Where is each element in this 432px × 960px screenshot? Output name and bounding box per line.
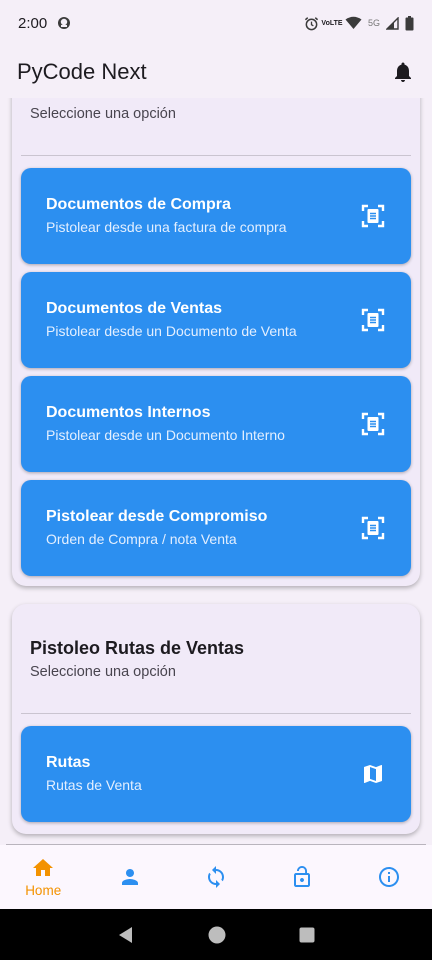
person-icon — [121, 869, 138, 885]
tile-title: Documentos de Compra — [46, 196, 231, 213]
content-scroll-area[interactable]: Seleccione una opción Documentos de Comp… — [0, 98, 432, 844]
section-title: Pistoleo Rutas de Ventas — [30, 638, 245, 658]
nav-sync[interactable] — [173, 845, 259, 909]
document-scan-icon — [361, 204, 385, 228]
document-scan-icon — [361, 412, 385, 436]
section-subtitle: Seleccione una opción — [30, 106, 176, 122]
recents-icon[interactable] — [299, 927, 315, 943]
tile-title: Documentos de Ventas — [46, 300, 223, 317]
tile-documentos-internos[interactable]: Documentos Internos Pistolear desde un D… — [21, 376, 411, 472]
status-time: 2:00 — [18, 14, 48, 32]
document-scan-icon — [361, 308, 385, 332]
document-scan-icon — [361, 516, 385, 540]
rutas-section-card: Pistoleo Rutas de Ventas Seleccione una … — [12, 604, 420, 834]
app-title: PyCode Next — [17, 59, 147, 84]
bottom-navigation: Home — [0, 845, 432, 909]
info-icon — [378, 867, 399, 887]
tile-subtitle: Rutas de Venta — [46, 777, 142, 793]
alarm-icon — [304, 16, 319, 31]
system-navigation-bar — [0, 909, 432, 960]
back-icon[interactable] — [117, 926, 135, 944]
app-bar: PyCode Next — [0, 46, 432, 98]
tile-subtitle: Pistolear desde un Documento Interno — [46, 427, 285, 443]
section-subtitle: Seleccione una opción — [30, 664, 176, 680]
nav-home[interactable]: Home — [0, 845, 86, 909]
volte-label: Vo — [321, 19, 330, 27]
tile-title: Rutas — [46, 754, 91, 771]
nav-profile[interactable] — [86, 845, 172, 909]
tile-documentos-ventas[interactable]: Documentos de Ventas Pistolear desde un … — [21, 272, 411, 368]
bell-icon[interactable] — [391, 60, 415, 84]
sync-icon — [208, 866, 225, 888]
volte-icon: Vo LTE — [321, 20, 342, 27]
tile-rutas[interactable]: Rutas Rutas de Venta — [21, 726, 411, 822]
network-type-label: 5G — [367, 18, 380, 28]
section-divider — [21, 713, 411, 714]
tile-subtitle: Orden de Compra / nota Venta — [46, 531, 237, 547]
tile-documentos-compra[interactable]: Documentos de Compra Pistolear desde una… — [21, 168, 411, 264]
tile-pistolear-compromiso[interactable]: Pistolear desde Compromiso Orden de Comp… — [21, 480, 411, 576]
battery-icon — [405, 15, 414, 31]
wifi-icon — [345, 16, 362, 30]
tile-subtitle: Pistolear desde un Documento de Venta — [46, 323, 297, 339]
tile-subtitle: Pistolear desde una factura de compra — [46, 219, 287, 235]
compras-section-card: Seleccione una opción Documentos de Comp… — [12, 98, 420, 586]
tile-title: Documentos Internos — [46, 404, 211, 421]
status-bar: 2:00 Vo LTE 5G — [0, 0, 432, 46]
nav-unlock[interactable] — [259, 845, 345, 909]
tile-title: Pistolear desde Compromiso — [46, 508, 268, 525]
home-button-icon[interactable] — [208, 926, 226, 944]
lte-label: LTE — [329, 19, 343, 27]
nav-info[interactable] — [346, 845, 432, 909]
section-divider — [21, 155, 411, 156]
home-icon — [33, 859, 54, 876]
signal-icon — [386, 16, 399, 30]
nav-home-label: Home — [25, 883, 62, 898]
app-notification-icon — [57, 16, 71, 30]
lock-open-icon — [294, 866, 311, 887]
map-icon — [364, 765, 382, 783]
